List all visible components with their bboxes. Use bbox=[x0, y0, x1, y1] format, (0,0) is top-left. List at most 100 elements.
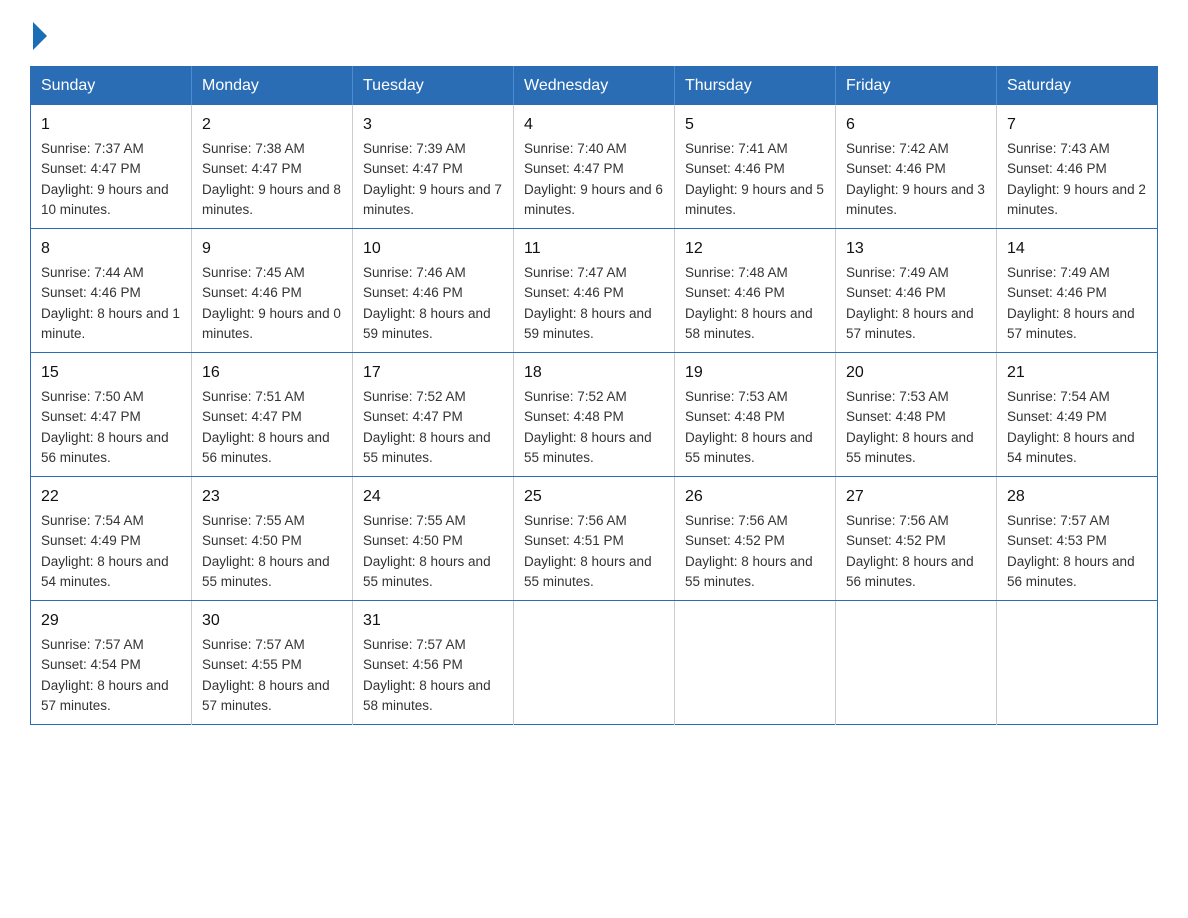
calendar-cell: 4Sunrise: 7:40 AMSunset: 4:47 PMDaylight… bbox=[514, 105, 675, 229]
calendar-cell: 8 Sunrise: 7:44 AMSunset: 4:46 PMDaylight… bbox=[31, 229, 192, 353]
day-number: 12 bbox=[685, 237, 825, 261]
day-number: 7 bbox=[1007, 113, 1147, 137]
day-header-thursday: Thursday bbox=[675, 67, 836, 106]
day-info: Sunrise: 7:44 AMSunset: 4:46 PMDaylight:… bbox=[41, 265, 180, 341]
day-number: 6 bbox=[846, 113, 986, 137]
day-info: Sunrise: 7:57 AMSunset: 4:55 PMDaylight:… bbox=[202, 637, 330, 713]
day-number: 25 bbox=[524, 485, 664, 509]
calendar-cell: 30 Sunrise: 7:57 AMSunset: 4:55 PMDayligh… bbox=[192, 601, 353, 725]
calendar-cell: 6 Sunrise: 7:42 AMSunset: 4:46 PMDaylight… bbox=[836, 105, 997, 229]
calendar-cell bbox=[675, 601, 836, 725]
day-info: Sunrise: 7:49 AMSunset: 4:46 PMDaylight:… bbox=[846, 265, 974, 341]
day-number: 18 bbox=[524, 361, 664, 385]
day-number: 30 bbox=[202, 609, 342, 633]
calendar-cell: 14 Sunrise: 7:49 AMSunset: 4:46 PMDayligh… bbox=[997, 229, 1158, 353]
day-number: 17 bbox=[363, 361, 503, 385]
day-info: Sunrise: 7:51 AMSunset: 4:47 PMDaylight:… bbox=[202, 389, 330, 465]
day-info: Sunrise: 7:57 AMSunset: 4:53 PMDaylight:… bbox=[1007, 513, 1135, 589]
day-info: Sunrise: 7:46 AMSunset: 4:46 PMDaylight:… bbox=[363, 265, 491, 341]
day-info: Sunrise: 7:49 AMSunset: 4:46 PMDaylight:… bbox=[1007, 265, 1135, 341]
day-info: Sunrise: 7:48 AMSunset: 4:46 PMDaylight:… bbox=[685, 265, 813, 341]
day-info: Sunrise: 7:39 AMSunset: 4:47 PMDaylight:… bbox=[363, 141, 502, 217]
day-number: 5 bbox=[685, 113, 825, 137]
calendar-cell: 12 Sunrise: 7:48 AMSunset: 4:46 PMDayligh… bbox=[675, 229, 836, 353]
day-info: Sunrise: 7:54 AMSunset: 4:49 PMDaylight:… bbox=[1007, 389, 1135, 465]
day-info: Sunrise: 7:45 AMSunset: 4:46 PMDaylight:… bbox=[202, 265, 341, 341]
day-number: 10 bbox=[363, 237, 503, 261]
day-number: 31 bbox=[363, 609, 503, 633]
day-number: 16 bbox=[202, 361, 342, 385]
day-number: 23 bbox=[202, 485, 342, 509]
day-number: 11 bbox=[524, 237, 664, 261]
day-number: 24 bbox=[363, 485, 503, 509]
day-number: 28 bbox=[1007, 485, 1147, 509]
day-number: 9 bbox=[202, 237, 342, 261]
calendar-cell: 28 Sunrise: 7:57 AMSunset: 4:53 PMDayligh… bbox=[997, 477, 1158, 601]
calendar-cell: 7 Sunrise: 7:43 AMSunset: 4:46 PMDaylight… bbox=[997, 105, 1158, 229]
day-number: 22 bbox=[41, 485, 181, 509]
day-info: Sunrise: 7:56 AMSunset: 4:51 PMDaylight:… bbox=[524, 513, 652, 589]
day-number: 29 bbox=[41, 609, 181, 633]
calendar-cell: 1Sunrise: 7:37 AMSunset: 4:47 PMDaylight… bbox=[31, 105, 192, 229]
calendar-cell: 25 Sunrise: 7:56 AMSunset: 4:51 PMDayligh… bbox=[514, 477, 675, 601]
day-header-sunday: Sunday bbox=[31, 67, 192, 106]
calendar-header-row: SundayMondayTuesdayWednesdayThursdayFrid… bbox=[31, 67, 1158, 106]
day-info: Sunrise: 7:56 AMSunset: 4:52 PMDaylight:… bbox=[846, 513, 974, 589]
day-info: Sunrise: 7:43 AMSunset: 4:46 PMDaylight:… bbox=[1007, 141, 1146, 217]
calendar-cell: 23 Sunrise: 7:55 AMSunset: 4:50 PMDayligh… bbox=[192, 477, 353, 601]
day-info: Sunrise: 7:53 AMSunset: 4:48 PMDaylight:… bbox=[846, 389, 974, 465]
day-info: Sunrise: 7:37 AMSunset: 4:47 PMDaylight:… bbox=[41, 141, 169, 217]
day-number: 15 bbox=[41, 361, 181, 385]
calendar-cell: 18 Sunrise: 7:52 AMSunset: 4:48 PMDayligh… bbox=[514, 353, 675, 477]
day-info: Sunrise: 7:52 AMSunset: 4:48 PMDaylight:… bbox=[524, 389, 652, 465]
day-number: 13 bbox=[846, 237, 986, 261]
calendar-week-row: 8 Sunrise: 7:44 AMSunset: 4:46 PMDaylight… bbox=[31, 229, 1158, 353]
calendar-cell: 20 Sunrise: 7:53 AMSunset: 4:48 PMDayligh… bbox=[836, 353, 997, 477]
calendar-cell bbox=[997, 601, 1158, 725]
logo bbox=[30, 20, 47, 46]
calendar-cell: 19 Sunrise: 7:53 AMSunset: 4:48 PMDayligh… bbox=[675, 353, 836, 477]
day-number: 21 bbox=[1007, 361, 1147, 385]
day-number: 8 bbox=[41, 237, 181, 261]
calendar-cell: 27 Sunrise: 7:56 AMSunset: 4:52 PMDayligh… bbox=[836, 477, 997, 601]
calendar-cell: 16 Sunrise: 7:51 AMSunset: 4:47 PMDayligh… bbox=[192, 353, 353, 477]
calendar-cell: 11 Sunrise: 7:47 AMSunset: 4:46 PMDayligh… bbox=[514, 229, 675, 353]
calendar-week-row: 22 Sunrise: 7:54 AMSunset: 4:49 PMDayligh… bbox=[31, 477, 1158, 601]
calendar-cell bbox=[514, 601, 675, 725]
page-header bbox=[30, 20, 1158, 46]
calendar-table: SundayMondayTuesdayWednesdayThursdayFrid… bbox=[30, 66, 1158, 725]
day-info: Sunrise: 7:54 AMSunset: 4:49 PMDaylight:… bbox=[41, 513, 169, 589]
day-info: Sunrise: 7:57 AMSunset: 4:54 PMDaylight:… bbox=[41, 637, 169, 713]
day-info: Sunrise: 7:47 AMSunset: 4:46 PMDaylight:… bbox=[524, 265, 652, 341]
calendar-cell: 10 Sunrise: 7:46 AMSunset: 4:46 PMDayligh… bbox=[353, 229, 514, 353]
calendar-cell bbox=[836, 601, 997, 725]
day-number: 27 bbox=[846, 485, 986, 509]
day-info: Sunrise: 7:52 AMSunset: 4:47 PMDaylight:… bbox=[363, 389, 491, 465]
day-number: 2 bbox=[202, 113, 342, 137]
day-info: Sunrise: 7:38 AMSunset: 4:47 PMDaylight:… bbox=[202, 141, 341, 217]
calendar-cell: 21 Sunrise: 7:54 AMSunset: 4:49 PMDayligh… bbox=[997, 353, 1158, 477]
day-number: 19 bbox=[685, 361, 825, 385]
day-header-wednesday: Wednesday bbox=[514, 67, 675, 106]
day-info: Sunrise: 7:55 AMSunset: 4:50 PMDaylight:… bbox=[363, 513, 491, 589]
day-number: 20 bbox=[846, 361, 986, 385]
day-info: Sunrise: 7:42 AMSunset: 4:46 PMDaylight:… bbox=[846, 141, 985, 217]
logo-triangle-icon bbox=[33, 22, 47, 50]
calendar-week-row: 1Sunrise: 7:37 AMSunset: 4:47 PMDaylight… bbox=[31, 105, 1158, 229]
day-header-monday: Monday bbox=[192, 67, 353, 106]
day-header-tuesday: Tuesday bbox=[353, 67, 514, 106]
calendar-cell: 2 Sunrise: 7:38 AMSunset: 4:47 PMDaylight… bbox=[192, 105, 353, 229]
calendar-cell: 31Sunrise: 7:57 AMSunset: 4:56 PMDayligh… bbox=[353, 601, 514, 725]
day-info: Sunrise: 7:55 AMSunset: 4:50 PMDaylight:… bbox=[202, 513, 330, 589]
day-info: Sunrise: 7:53 AMSunset: 4:48 PMDaylight:… bbox=[685, 389, 813, 465]
day-number: 14 bbox=[1007, 237, 1147, 261]
calendar-cell: 5Sunrise: 7:41 AMSunset: 4:46 PMDaylight… bbox=[675, 105, 836, 229]
day-info: Sunrise: 7:56 AMSunset: 4:52 PMDaylight:… bbox=[685, 513, 813, 589]
calendar-cell: 9 Sunrise: 7:45 AMSunset: 4:46 PMDaylight… bbox=[192, 229, 353, 353]
calendar-cell: 29 Sunrise: 7:57 AMSunset: 4:54 PMDayligh… bbox=[31, 601, 192, 725]
day-header-friday: Friday bbox=[836, 67, 997, 106]
day-number: 4 bbox=[524, 113, 664, 137]
calendar-cell: 26Sunrise: 7:56 AMSunset: 4:52 PMDayligh… bbox=[675, 477, 836, 601]
calendar-cell: 13 Sunrise: 7:49 AMSunset: 4:46 PMDayligh… bbox=[836, 229, 997, 353]
calendar-cell: 15Sunrise: 7:50 AMSunset: 4:47 PMDayligh… bbox=[31, 353, 192, 477]
